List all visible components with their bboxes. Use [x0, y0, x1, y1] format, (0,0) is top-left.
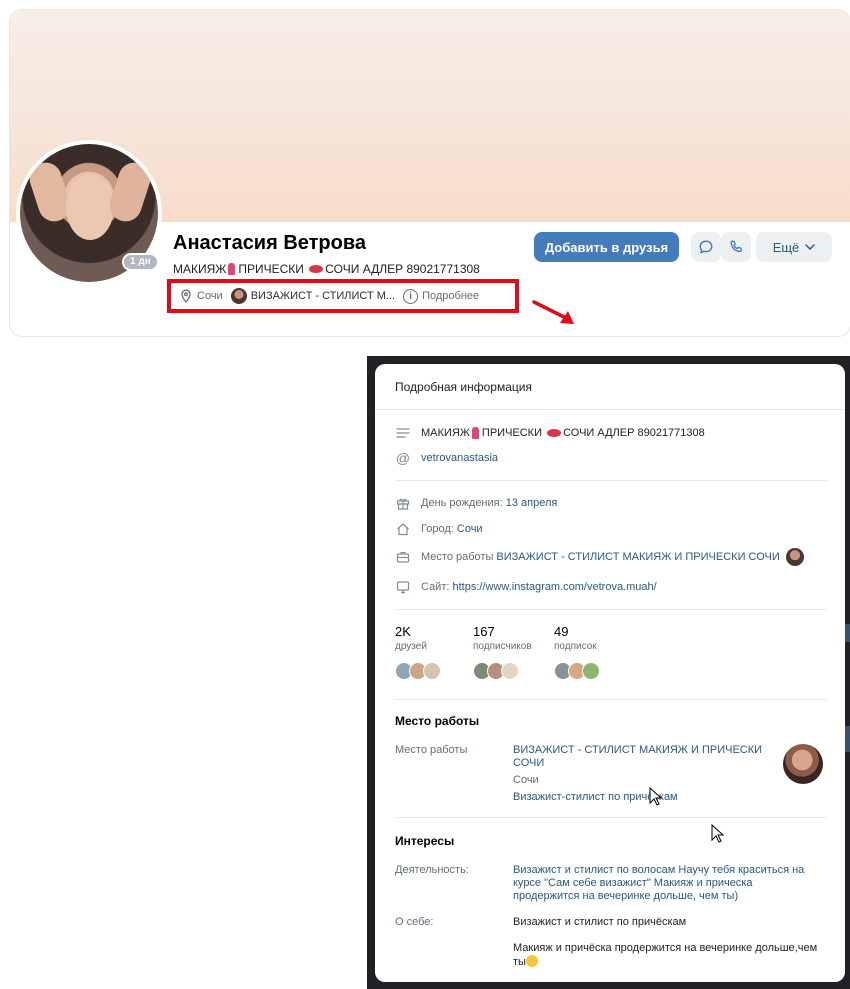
monitor-icon: [395, 579, 411, 595]
message-button[interactable]: [691, 232, 721, 262]
site-label: Сайт:: [421, 581, 450, 593]
briefcase-icon: [395, 549, 411, 565]
kiss-emoji-icon: [309, 265, 324, 273]
site-row: Сайт: https://www.instagram.com/vetrova.…: [395, 579, 657, 595]
modal-title: Подробная информация: [395, 380, 532, 394]
add-friend-button[interactable]: Добавить в друзья: [534, 232, 679, 262]
lipstick-emoji-icon: [471, 427, 479, 439]
friends-avatars[interactable]: [395, 662, 441, 680]
subscriptions-stat[interactable]: 49 подписок: [554, 624, 597, 652]
location-pin-icon: [181, 289, 191, 303]
more-label: Ещё: [772, 239, 800, 255]
city-row-value[interactable]: Сочи: [457, 523, 483, 535]
nickname[interactable]: vetrovanastasia: [421, 452, 498, 464]
interests-title: Интересы: [395, 834, 455, 848]
work-avatar[interactable]: [783, 744, 823, 784]
work-section-name[interactable]: ВИЗАЖИСТ - СТИЛИСТ МАКИЯЖ И ПРИЧЕСКИ СОЧ…: [513, 744, 763, 770]
job-avatar-icon: [230, 288, 247, 304]
mouse-cursor-icon: [649, 787, 663, 806]
work-section-role[interactable]: Визажист-стилист по причёскам: [513, 791, 813, 804]
more-info-link[interactable]: i Подробнее: [403, 288, 480, 304]
site-link[interactable]: https://www.instagram.com/vetrova.muah/: [453, 581, 657, 593]
more-actions-button[interactable]: Ещё: [756, 232, 832, 262]
job-info[interactable]: ВИЗАЖИСТ - СТИЛИСТ М...: [230, 288, 396, 304]
city-label: Сочи: [197, 290, 223, 302]
profile-status: МАКИЯЖ ПРИЧЕСКИ СОЧИ АДЛЕР 89021771308: [173, 262, 480, 276]
phone-icon: [730, 240, 742, 253]
city-row: Город: Сочи: [395, 521, 483, 537]
work-row: Место работы ВИЗАЖИСТ - СТИЛИСТ МАКИЯЖ И…: [395, 548, 804, 566]
birthday-value[interactable]: 13 апреля: [506, 497, 558, 509]
message-icon: [699, 240, 713, 254]
info-icon: i: [403, 288, 419, 304]
chevron-down-icon: [805, 244, 816, 250]
profile-name: Анастасия Ветрова: [173, 232, 367, 254]
red-arrow-icon: [532, 300, 574, 324]
status-text-3: СОЧИ АДЛЕР 89021771308: [325, 262, 480, 276]
work-avatar-icon: [785, 548, 804, 566]
mouse-cursor-icon: [711, 824, 725, 843]
modal-status-1: МАКИЯЖ: [421, 427, 470, 439]
modal-status-2: ПРИЧЕСКИ: [481, 427, 542, 439]
work-row-value[interactable]: ВИЗАЖИСТ - СТИЛИСТ МАКИЯЖ И ПРИЧЕСКИ СОЧ…: [496, 551, 779, 563]
subscriptions-caption: подписок: [554, 641, 597, 652]
city-row-label: Город:: [421, 523, 454, 535]
grin-emoji-icon: [525, 955, 538, 967]
status-row: МАКИЯЖ ПРИЧЕСКИ СОЧИ АДЛЕР 89021771308: [395, 425, 705, 441]
call-button[interactable]: [721, 232, 751, 262]
work-section-label: Место работы: [395, 744, 468, 756]
followers-caption: подписчиков: [473, 641, 532, 652]
subscriptions-avatars[interactable]: [554, 662, 600, 680]
more-info-label: Подробнее: [422, 290, 480, 302]
status-text-1: МАКИЯЖ: [173, 262, 227, 276]
work-row-label: Место работы: [421, 551, 494, 563]
kiss-emoji-icon: [547, 429, 562, 437]
activity-label: Деятельность:: [395, 864, 469, 876]
details-modal: Подробная информация МАКИЯЖ ПРИЧЕСКИ СОЧИ…: [375, 364, 845, 982]
about-value-2: Макияж и причёска продержится на вечерин…: [513, 942, 818, 968]
gift-icon: [395, 495, 411, 511]
profile-short-info-highlight: Сочи ВИЗАЖИСТ - СТИЛИСТ М... i Подробнее: [167, 279, 519, 313]
followers-count: 167: [473, 624, 495, 639]
at-sign-icon: @: [395, 450, 411, 466]
followers-stat[interactable]: 167 подписчиков: [473, 624, 532, 652]
birthday-row: День рождения: 13 апреля: [395, 495, 557, 511]
nickname-row: @ vetrovanastasia: [395, 450, 498, 466]
home-icon: [395, 521, 411, 537]
menu-lines-icon: [395, 425, 411, 441]
work-section-city: Сочи: [513, 774, 539, 786]
about-value-1: Визажист и стилист по причёскам: [513, 916, 687, 928]
job-label: ВИЗАЖИСТ - СТИЛИСТ М...: [250, 290, 396, 302]
friends-count: 2K: [395, 624, 411, 639]
online-badge: 1 дн: [122, 253, 159, 271]
lipstick-emoji-icon: [228, 263, 236, 275]
city-info[interactable]: Сочи: [179, 289, 223, 303]
status-text-2: ПРИЧЕСКИ: [238, 262, 304, 276]
activity-value[interactable]: Визажист и стилист по волосам Научу тебя…: [513, 864, 813, 903]
modal-status-3: СОЧИ АДЛЕР 89021771308: [563, 427, 705, 439]
friends-caption: друзей: [395, 641, 427, 652]
subscriptions-count: 49: [554, 624, 569, 639]
friends-stat[interactable]: 2K друзей: [395, 624, 427, 652]
work-section-title: Место работы: [395, 714, 480, 728]
about-value-2-wrap: Макияж и причёска продержится на вечерин…: [513, 942, 833, 969]
about-label: О себе:: [395, 916, 434, 928]
followers-avatars[interactable]: [473, 662, 519, 680]
birthday-label: День рождения:: [421, 497, 503, 509]
